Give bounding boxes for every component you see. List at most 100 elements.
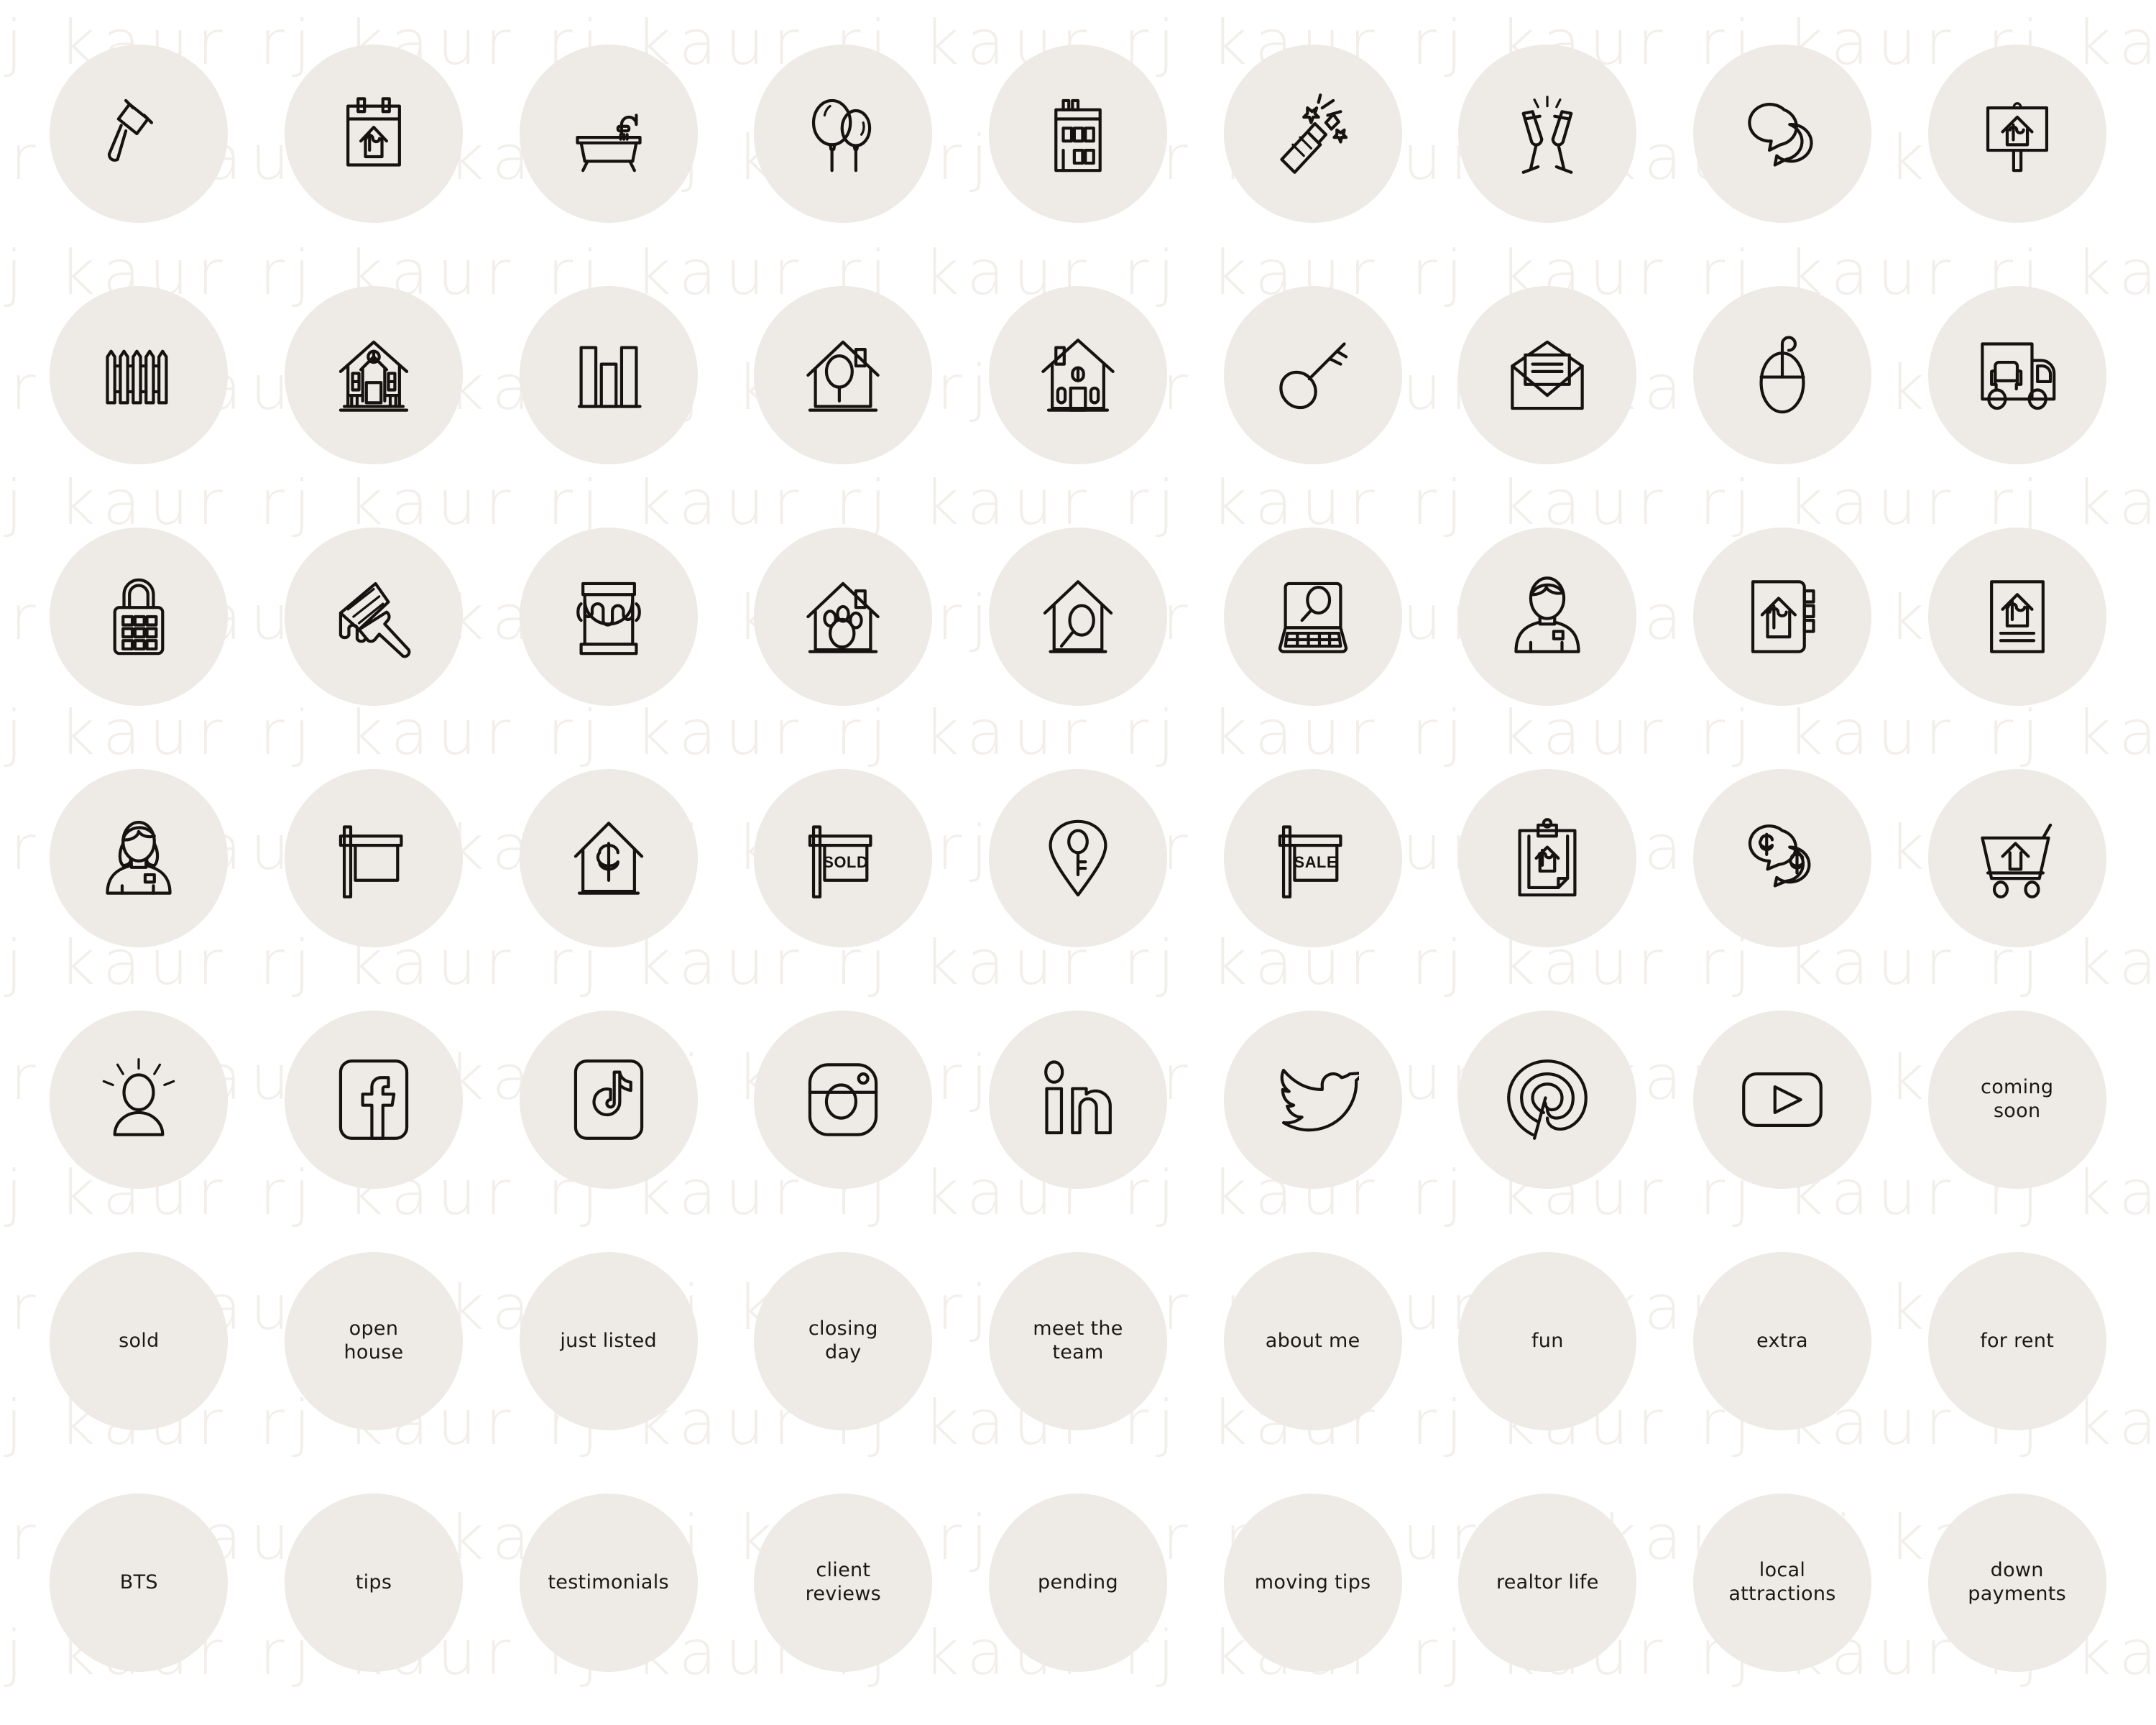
badge-label: local attractions bbox=[1728, 1559, 1836, 1605]
badge-sold[interactable]: sold bbox=[50, 1252, 229, 1430]
badge-bts[interactable]: BTS bbox=[50, 1494, 229, 1672]
badge-pending[interactable]: pending bbox=[988, 1494, 1167, 1672]
sold-sign-badge[interactable]: SOLD bbox=[754, 769, 933, 947]
linkedin-badge[interactable] bbox=[988, 1011, 1167, 1189]
lockbox-badge[interactable] bbox=[50, 528, 229, 706]
badge-fun[interactable]: fun bbox=[1458, 1252, 1637, 1430]
champagne-glasses-icon bbox=[1501, 88, 1593, 180]
twitter-badge[interactable] bbox=[1223, 1011, 1402, 1189]
speech-bubbles-badge[interactable] bbox=[1692, 45, 1871, 223]
badge-for-rent[interactable]: for rent bbox=[1927, 1252, 2106, 1430]
moving-truck-badge[interactable] bbox=[1927, 286, 2106, 464]
badge-open-house[interactable]: open house bbox=[284, 1252, 463, 1430]
grid-cell bbox=[961, 979, 1196, 1220]
paint-brush-badge[interactable] bbox=[284, 528, 463, 706]
grid-cell: extra bbox=[1665, 1220, 1900, 1462]
house-document-icon bbox=[1971, 571, 2063, 663]
blank-yard-sign-badge[interactable] bbox=[284, 769, 463, 947]
bathtub-badge[interactable] bbox=[519, 45, 698, 223]
house-inspection-badge[interactable] bbox=[988, 528, 1167, 706]
key-badge[interactable] bbox=[1223, 286, 1402, 464]
facebook-badge[interactable] bbox=[284, 1011, 463, 1189]
grid-cell: meet the team bbox=[961, 1220, 1196, 1462]
key-icon bbox=[1267, 329, 1359, 421]
grid-cell bbox=[22, 496, 257, 737]
grid-cell bbox=[257, 979, 492, 1220]
badge-about-me[interactable]: about me bbox=[1223, 1252, 1402, 1430]
instagram-badge[interactable] bbox=[754, 1011, 933, 1189]
key-location-pin-badge[interactable] bbox=[988, 769, 1167, 947]
farmhouse-badge[interactable] bbox=[284, 286, 463, 464]
badge-down-payments[interactable]: down payments bbox=[1927, 1494, 2106, 1672]
badge-realtor-life[interactable]: realtor life bbox=[1458, 1494, 1637, 1672]
house-inspection-icon bbox=[1032, 571, 1124, 663]
badge-closing-day[interactable]: closing day bbox=[754, 1252, 933, 1430]
computer-mouse-badge[interactable] bbox=[1692, 286, 1871, 464]
house-notebook-badge[interactable] bbox=[1692, 528, 1871, 706]
home-icon bbox=[1032, 329, 1124, 421]
sale-sign-badge[interactable]: SALE bbox=[1223, 769, 1402, 947]
person-idea-badge[interactable] bbox=[50, 1011, 229, 1189]
house-search-badge[interactable] bbox=[754, 286, 933, 464]
badge-extra[interactable]: extra bbox=[1692, 1252, 1871, 1430]
tiktok-badge[interactable] bbox=[519, 1011, 698, 1189]
badge-local-attractions[interactable]: local attractions bbox=[1692, 1494, 1871, 1672]
gavel-badge[interactable] bbox=[50, 45, 229, 223]
grid-cell bbox=[1665, 496, 1900, 737]
grid-cell bbox=[1430, 254, 1665, 496]
bar-chart-icon bbox=[563, 329, 655, 421]
open-envelope-badge[interactable] bbox=[1458, 286, 1637, 464]
agent-male-badge[interactable] bbox=[1458, 528, 1637, 706]
clipboard-house-icon bbox=[1501, 812, 1593, 904]
champagne-glasses-badge[interactable] bbox=[1458, 45, 1637, 223]
grid-cell: tips bbox=[257, 1462, 492, 1703]
badge-meet-the-team[interactable]: meet the team bbox=[988, 1252, 1167, 1430]
home-badge[interactable] bbox=[988, 286, 1167, 464]
badge-label: closing day bbox=[808, 1317, 878, 1363]
champagne-bottle-icon bbox=[1267, 88, 1359, 180]
badge-client-reviews[interactable]: client reviews bbox=[754, 1494, 933, 1672]
badge-label: pending bbox=[1038, 1570, 1118, 1593]
pet-friendly-house-badge[interactable] bbox=[754, 528, 933, 706]
picket-fence-badge[interactable] bbox=[50, 286, 229, 464]
house-document-badge[interactable] bbox=[1927, 528, 2106, 706]
grid-cell bbox=[22, 737, 257, 979]
grid-cell: open house bbox=[257, 1220, 492, 1462]
grid-cell bbox=[1430, 13, 1665, 254]
youtube-badge[interactable] bbox=[1692, 1011, 1871, 1189]
laptop-search-badge[interactable] bbox=[1223, 528, 1402, 706]
grid-cell bbox=[1665, 979, 1900, 1220]
apartment-badge[interactable] bbox=[988, 45, 1167, 223]
badge-tips[interactable]: tips bbox=[284, 1494, 463, 1672]
clipboard-house-badge[interactable] bbox=[1458, 769, 1637, 947]
house-sign-post-badge[interactable] bbox=[1927, 45, 2106, 223]
badge-testimonials[interactable]: testimonials bbox=[519, 1494, 698, 1672]
grid-cell: sold bbox=[22, 1220, 257, 1462]
shopping-cart-house-badge[interactable] bbox=[1927, 769, 2106, 947]
grid-cell bbox=[961, 737, 1196, 979]
open-envelope-icon bbox=[1501, 329, 1593, 421]
speech-bubbles-icon bbox=[1736, 88, 1828, 180]
grid-cell bbox=[961, 496, 1196, 737]
badge-moving-tips[interactable]: moving tips bbox=[1223, 1494, 1402, 1672]
agent-female-badge[interactable] bbox=[50, 769, 229, 947]
badge-label: moving tips bbox=[1254, 1570, 1371, 1593]
grid-cell: BTS bbox=[22, 1462, 257, 1703]
paint-can-badge[interactable] bbox=[519, 528, 698, 706]
icon-grid: SOLD SALE coming soon sold open house ju… bbox=[0, 0, 2156, 1725]
badge-just-listed[interactable]: just listed bbox=[519, 1252, 698, 1430]
house-dollar-badge[interactable] bbox=[519, 769, 698, 947]
calendar-house-badge[interactable] bbox=[284, 45, 463, 223]
grid-cell: local attractions bbox=[1665, 1462, 1900, 1703]
balloons-badge[interactable] bbox=[754, 45, 933, 223]
shopping-cart-house-icon bbox=[1971, 812, 2063, 904]
grid-cell bbox=[1665, 737, 1900, 979]
champagne-bottle-badge[interactable] bbox=[1223, 45, 1402, 223]
pinterest-badge[interactable] bbox=[1458, 1011, 1637, 1189]
bar-chart-badge[interactable] bbox=[519, 286, 698, 464]
youtube-icon bbox=[1736, 1054, 1828, 1146]
money-chat-badge[interactable] bbox=[1692, 769, 1871, 947]
badge-coming-soon[interactable]: coming soon bbox=[1927, 1011, 2106, 1189]
house-dollar-icon bbox=[563, 812, 655, 904]
farmhouse-icon bbox=[328, 329, 420, 421]
